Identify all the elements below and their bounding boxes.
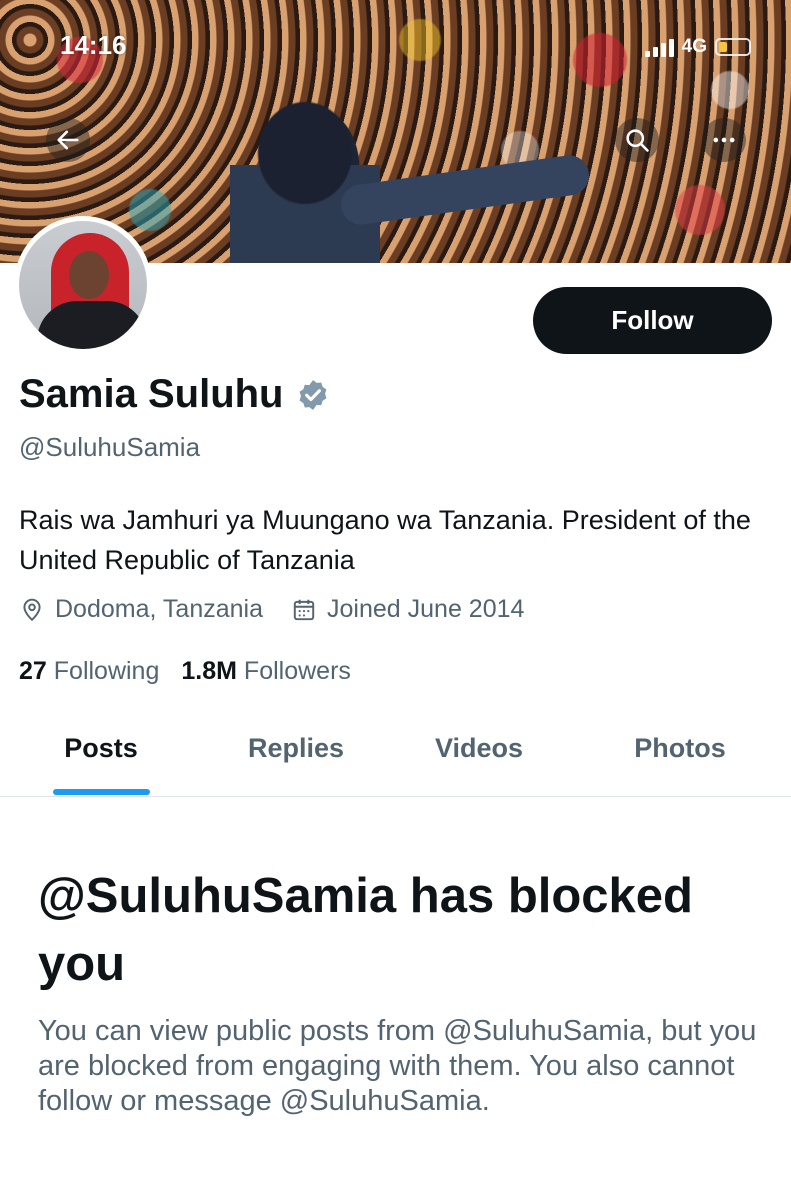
following-label: Following [53,657,160,685]
tab-replies[interactable]: Replies [230,700,362,797]
calendar-icon [293,599,315,620]
join-date: Joined June 2014 [291,595,524,624]
location-text: Dodoma, Tanzania [55,595,264,623]
tab-videos[interactable]: Videos [416,700,542,797]
avatar[interactable] [14,216,152,354]
back-arrow-icon [57,130,79,150]
status-time: 14:16 [60,30,127,60]
handle: @SuluhuSamia [19,432,201,462]
blocked-message: You can view public posts from @SuluhuSa… [38,1015,757,1117]
more-options-button[interactable] [702,118,746,162]
followers-label: Followers [243,657,351,685]
followers-count: 1.8M [181,657,237,685]
tab-photos[interactable]: Photos [614,700,746,797]
follow-button[interactable]: Follow [533,287,772,354]
follow-stats: 27 Following 1.8M Followers [19,657,351,686]
signal-icon [644,37,674,57]
tab-posts[interactable]: Posts [41,700,161,797]
search-button[interactable] [615,118,659,162]
active-tab-indicator [53,789,150,795]
profile-tabs: Posts Replies Videos Photos [0,700,791,797]
display-name: Samia Suluhu [19,372,284,416]
following-link[interactable]: 27 Following [19,657,159,686]
network-type: 4G [681,36,707,57]
location-pin-icon [23,598,41,621]
join-date-text: Joined June 2014 [327,595,525,623]
verified-badge-icon[interactable] [296,378,330,412]
profile-meta: Dodoma, Tanzania Joined June 2014 [19,595,524,624]
blocked-title: @SuluhuSamia has blocked you [38,869,693,991]
bio: Rais wa Jamhuri ya Muungano wa Tanzania.… [19,505,751,575]
status-indicators: 4G [644,36,751,58]
location: Dodoma, Tanzania [19,595,263,624]
following-count: 27 [19,657,47,685]
followers-link[interactable]: 1.8M Followers [181,657,351,686]
banner-figure [230,95,380,263]
back-button[interactable] [46,118,90,162]
display-name-row: Samia Suluhu [19,372,330,417]
battery-icon [715,38,751,56]
profile-page: 14:16 4G Follow Samia Suluhu @SuluhuSami… [0,0,791,1200]
search-icon [626,129,649,152]
more-icon [713,137,735,143]
